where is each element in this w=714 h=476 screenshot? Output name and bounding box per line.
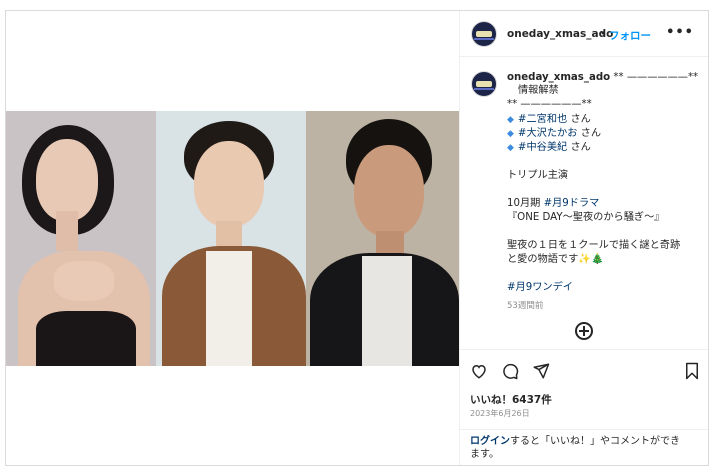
hashtag-link[interactable]: #月9ワンデイ (507, 281, 573, 295)
login-text-1: すると「いいね！」やコメントができ (510, 436, 680, 447)
account-username[interactable]: oneday_xmas_ado (507, 28, 613, 40)
caption-avatar[interactable] (471, 71, 497, 97)
hashtag-link[interactable]: #大沢たかお (518, 128, 577, 139)
cast-photo-3 (306, 111, 459, 366)
caption-desc-2: と愛の物語です✨🎄 (507, 254, 604, 265)
post-frame: oneday_xmas_ado • フォロー ••• oneday_xmas_a… (5, 10, 709, 466)
cast-item-2: ◆ #大沢たかお さん (507, 127, 601, 141)
post-side-panel: oneday_xmas_ado • フォロー ••• oneday_xmas_a… (459, 11, 708, 465)
cast-item-1: ◆ #二宮和也 さん (507, 113, 591, 127)
caption-period: 10月期 #月9ドラマ (507, 197, 599, 211)
post-header: oneday_xmas_ado • フォロー ••• (460, 11, 708, 57)
post-date: 2023年6月26日 (470, 409, 530, 418)
post-media[interactable] (6, 11, 459, 465)
cast-suffix: さん (577, 128, 602, 139)
bookmark-icon[interactable] (684, 362, 700, 380)
more-icon[interactable]: ••• (666, 25, 694, 40)
follow-button[interactable]: フォロー (609, 28, 651, 43)
post-actions: いいね！6437件 2023年6月26日 ログインすると「いいね！」やコメントが… (460, 349, 708, 465)
heart-icon[interactable] (470, 362, 488, 380)
share-icon[interactable] (532, 362, 550, 380)
caption-time: 53週間前 (507, 301, 544, 311)
login-prompt: ログインすると「いいね！」やコメントができ ます。 (460, 429, 708, 466)
login-text-2: ます。 (470, 449, 499, 460)
period-text: 10月期 (507, 198, 544, 209)
like-count[interactable]: いいね！6437件 (470, 392, 552, 407)
account-avatar[interactable] (471, 21, 497, 47)
caption-triple: トリプル主演 (507, 170, 569, 181)
diamond-icon: ◆ (507, 115, 514, 125)
caption-announce: 情報解禁 (518, 85, 559, 96)
cast-suffix: さん (567, 114, 591, 125)
hashtag-link[interactable]: #中谷美紀 (518, 142, 567, 153)
comment-icon[interactable] (501, 362, 519, 380)
caption-deco: ** ——————** (613, 72, 699, 83)
separator-dot: • (600, 28, 607, 40)
cast-photo-2 (156, 111, 306, 366)
caption-desc-1: 聖夜の１日を１クールで描く謎と奇跡 (507, 240, 681, 251)
caption-deco-line: ** ——————** (507, 99, 592, 110)
login-link[interactable]: ログイン (470, 436, 510, 447)
add-comment-icon[interactable] (575, 322, 593, 340)
caption-username[interactable]: oneday_xmas_ado (507, 72, 610, 83)
cast-item-3: ◆ #中谷美紀 さん (507, 141, 591, 155)
diamond-icon: ◆ (507, 143, 514, 153)
hashtag-link[interactable]: #二宮和也 (518, 114, 567, 125)
cast-photo-1 (6, 111, 156, 366)
diamond-icon: ◆ (507, 129, 514, 139)
cast-suffix: さん (567, 142, 591, 153)
caption-title: 『ONE DAY～聖夜のから騒ぎ～』 (507, 212, 665, 223)
hashtag-link[interactable]: #月9ドラマ (544, 198, 600, 209)
